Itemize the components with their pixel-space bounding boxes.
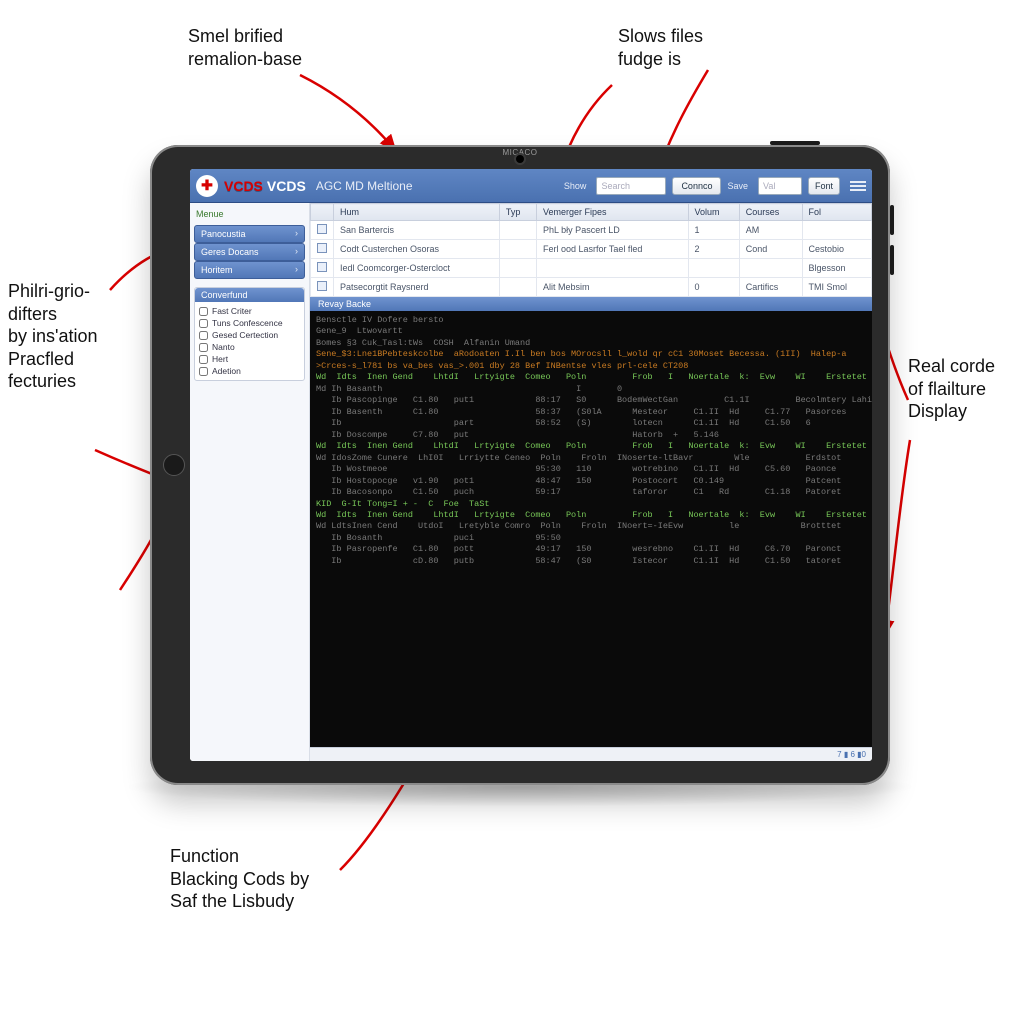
cell — [739, 259, 802, 278]
row-icon — [317, 224, 327, 234]
table-row[interactable]: San Bartercis PhL bły Pascert LD1AM — [311, 221, 872, 240]
cell: 0 — [688, 278, 739, 297]
cell — [499, 259, 536, 278]
cell: Patsecorgtit Raysnerd — [334, 278, 500, 297]
sidebar-check-5[interactable]: Adetion — [199, 365, 300, 377]
table-row[interactable]: Iedl Coomcorger-Ostercloct Blgesson — [311, 259, 872, 278]
logo-icon: ✚ — [196, 175, 218, 197]
app-header: ✚ VCDS VCDS AGC MD Meltione Show Search … — [190, 169, 872, 203]
power-button[interactable] — [770, 141, 820, 145]
row-icon — [317, 281, 327, 291]
annotation-left: Philri-grio- difters by ins'ation Pracfl… — [8, 280, 98, 393]
search-placeholder: Search — [601, 181, 630, 191]
cell: Cestobio — [802, 240, 872, 259]
volume-up[interactable] — [890, 205, 894, 235]
sidebar-nav-1[interactable]: Geres Docans — [194, 243, 305, 261]
cell: 2 — [688, 240, 739, 259]
value-placeholder: Val — [763, 181, 775, 191]
main-area: HumTypVemerger FipesVolumCoursesFol San … — [310, 203, 872, 761]
cell: Cartifics — [739, 278, 802, 297]
cell — [311, 278, 334, 297]
cell — [499, 278, 536, 297]
status-bar: 7 ▮ 6 ▮0 — [310, 747, 872, 761]
sidebar: Menue PanocustiaGeres DocansHoritem Conv… — [190, 203, 310, 761]
cell: San Bartercis — [334, 221, 500, 240]
cell: PhL bły Pascert LD — [537, 221, 689, 240]
value-input[interactable]: Val — [758, 177, 802, 195]
table-row[interactable]: Codt Custerchen Osoras Ferl ood Lasrfor T… — [311, 240, 872, 259]
results-table: HumTypVemerger FipesVolumCoursesFol San … — [310, 203, 872, 297]
brand-b: VCDS — [267, 178, 306, 194]
cell — [311, 240, 334, 259]
search-input[interactable]: Search — [596, 177, 666, 195]
brand-a: VCDS — [224, 178, 263, 194]
connect-button[interactable]: Connco — [672, 177, 721, 195]
sidebar-check-4[interactable]: Hert — [199, 353, 300, 365]
sidebar-panel: Converfund Fast CriterTuns ConfescenceGe… — [194, 287, 305, 381]
sidebar-nav-0[interactable]: Panocustia — [194, 225, 305, 243]
cell: Cond — [739, 240, 802, 259]
cell: TMI Smol — [802, 278, 872, 297]
sidebar-nav-2[interactable]: Horitem — [194, 261, 305, 279]
row-icon — [317, 262, 327, 272]
header-save-link[interactable]: Save — [727, 181, 748, 191]
cell: AM — [739, 221, 802, 240]
sidebar-check-0[interactable]: Fast Criter — [199, 305, 300, 317]
annotation-bottom: Function Blacking Cods by Saf the Lisbud… — [170, 845, 309, 913]
home-button[interactable] — [163, 454, 185, 476]
camera-dot — [516, 155, 524, 163]
cell — [499, 240, 536, 259]
annotation-top-left: Smel brified remalion-base — [188, 25, 302, 70]
col-0[interactable] — [311, 204, 334, 221]
cell — [688, 259, 739, 278]
col-5[interactable]: Courses — [739, 204, 802, 221]
cell — [311, 221, 334, 240]
cell — [537, 259, 689, 278]
cell — [802, 221, 872, 240]
sidebar-check-2[interactable]: Gesed Certection — [199, 329, 300, 341]
cell — [499, 221, 536, 240]
col-1[interactable]: Hum — [334, 204, 500, 221]
col-3[interactable]: Vemerger Fipes — [537, 204, 689, 221]
font-button[interactable]: Font — [808, 177, 840, 195]
sidebar-panel-title: Converfund — [195, 288, 304, 302]
annotation-right: Real corde of flailture Display — [908, 355, 995, 423]
cell: Codt Custerchen Osoras — [334, 240, 500, 259]
sidebar-check-1[interactable]: Tuns Confescence — [199, 317, 300, 329]
sidebar-title: Menue — [194, 207, 305, 221]
tablet-frame: MICACO ✚ VCDS VCDS AGC MD Meltione Show … — [150, 145, 890, 785]
cell: Ferl ood Lasrfor Tael fled — [537, 240, 689, 259]
col-4[interactable]: Volum — [688, 204, 739, 221]
cell: Alit Mebsim — [537, 278, 689, 297]
terminal-output[interactable]: Bensctle IV Dofere berstoGene_9 Ltwovart… — [310, 311, 872, 747]
status-text: 7 ▮ 6 ▮0 — [837, 750, 866, 759]
cell: 1 — [688, 221, 739, 240]
annotation-top-right: Slows files fudge is — [618, 25, 703, 70]
header-show-link[interactable]: Show — [564, 181, 587, 191]
sidebar-check-3[interactable]: Nanto — [199, 341, 300, 353]
table-row[interactable]: Patsecorgtit Raysnerd Alit Mebsim0Cartifi… — [311, 278, 872, 297]
screen: ✚ VCDS VCDS AGC MD Meltione Show Search … — [190, 169, 872, 761]
col-2[interactable]: Typ — [499, 204, 536, 221]
menu-icon[interactable] — [850, 181, 866, 191]
cell — [311, 259, 334, 278]
cell: Iedl Coomcorger-Ostercloct — [334, 259, 500, 278]
cell: Blgesson — [802, 259, 872, 278]
terminal-title: Revay Backe — [310, 297, 872, 311]
header-subtitle: AGC MD Meltione — [316, 179, 413, 193]
col-6[interactable]: Fol — [802, 204, 872, 221]
volume-down[interactable] — [890, 245, 894, 275]
row-icon — [317, 243, 327, 253]
